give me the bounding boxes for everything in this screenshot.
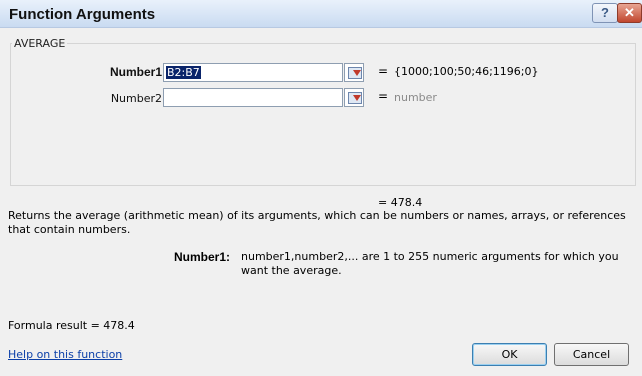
number1-result: {1000;100;50;46;1196;0} bbox=[394, 65, 539, 78]
number1-equals: = bbox=[378, 64, 389, 78]
overall-result: = 478.4 bbox=[378, 196, 423, 209]
function-description: Returns the average (arithmetic mean) of… bbox=[8, 209, 626, 236]
title-bar: Function Arguments ? ✕ bbox=[0, 0, 642, 28]
function-name: AVERAGE bbox=[12, 37, 68, 50]
help-link[interactable]: Help on this function bbox=[8, 348, 122, 361]
close-icon[interactable]: ✕ bbox=[617, 3, 642, 23]
argument-help-text: number1,number2,... are 1 to 255 numeric… bbox=[241, 250, 619, 277]
formula-result: Formula result = 478.4 bbox=[8, 319, 135, 332]
number2-collapse-icon[interactable] bbox=[344, 88, 364, 107]
number2-label: Number2 bbox=[110, 92, 162, 105]
ok-button[interactable]: OK bbox=[472, 343, 547, 366]
argument-help-name: Number1: bbox=[174, 250, 231, 264]
number2-result: number bbox=[394, 91, 437, 104]
number2-input[interactable] bbox=[163, 88, 343, 107]
help-icon[interactable]: ? bbox=[592, 3, 618, 23]
number1-label: Number1 bbox=[109, 65, 162, 79]
cancel-button[interactable]: Cancel bbox=[554, 343, 629, 366]
number1-input[interactable]: B2:B7 bbox=[163, 63, 343, 82]
number1-collapse-icon[interactable] bbox=[344, 63, 364, 82]
number1-value: B2:B7 bbox=[166, 66, 201, 79]
dialog-title: Function Arguments bbox=[9, 6, 156, 23]
number2-equals: = bbox=[378, 89, 389, 103]
